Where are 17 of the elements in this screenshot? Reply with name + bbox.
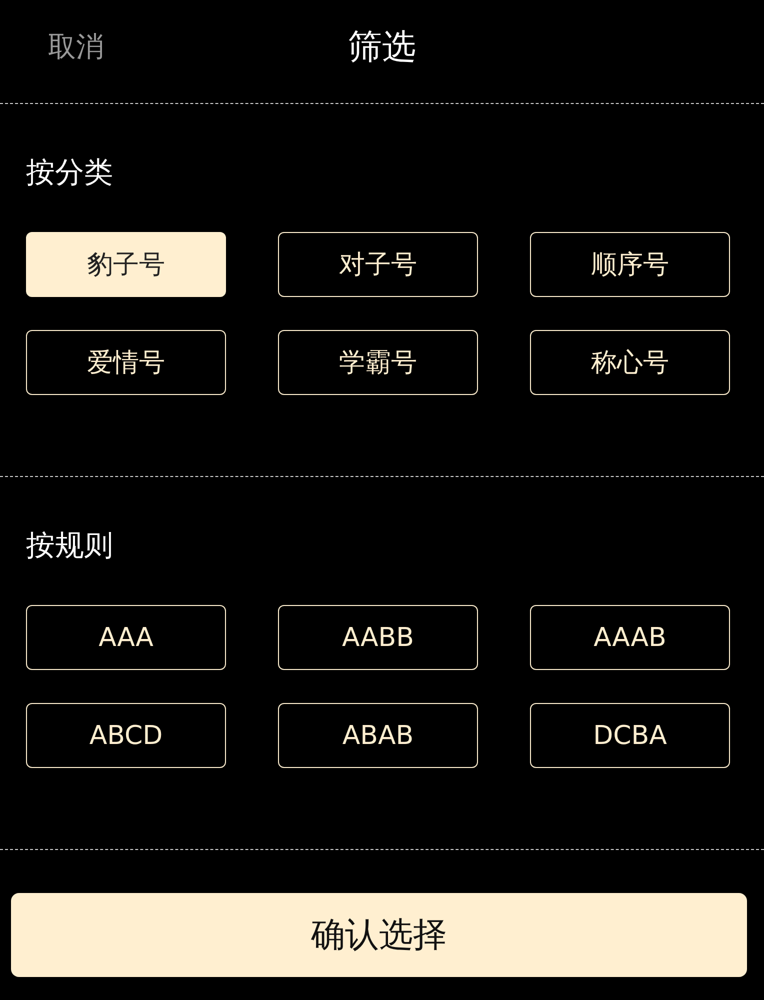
- filter-option[interactable]: 对子号: [278, 232, 478, 297]
- cancel-button[interactable]: 取消: [48, 28, 104, 66]
- section-title: 按规则: [26, 527, 114, 564]
- filter-option[interactable]: 学霸号: [278, 330, 478, 395]
- section-title: 按分类: [26, 154, 114, 191]
- filter-option[interactable]: 爱情号: [26, 330, 226, 395]
- confirm-button[interactable]: 确认选择: [11, 893, 747, 977]
- filter-option[interactable]: ABAB: [278, 703, 478, 768]
- page-title: 筛选: [348, 26, 416, 68]
- filter-option[interactable]: AABB: [278, 605, 478, 670]
- filter-option[interactable]: 豹子号: [26, 232, 226, 297]
- filter-option[interactable]: 顺序号: [530, 232, 730, 297]
- filter-option[interactable]: 称心号: [530, 330, 730, 395]
- filter-option[interactable]: AAA: [26, 605, 226, 670]
- filter-option[interactable]: DCBA: [530, 703, 730, 768]
- filter-option[interactable]: AAAB: [530, 605, 730, 670]
- filter-option[interactable]: ABCD: [26, 703, 226, 768]
